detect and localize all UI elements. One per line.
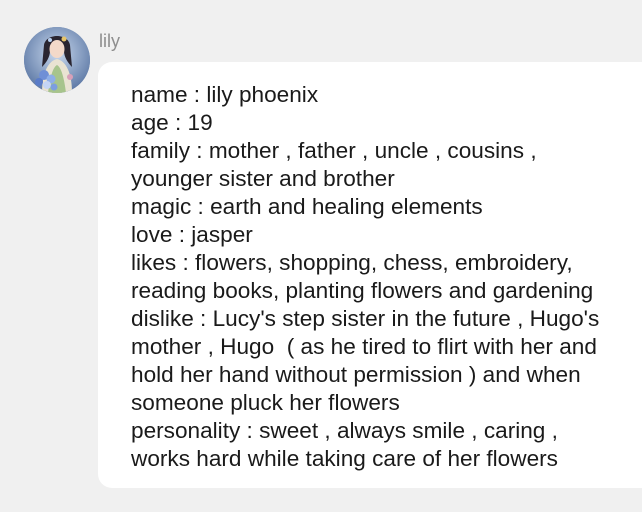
message-line: hold her hand without permission ) and w… [131,362,581,387]
avatar[interactable] [24,27,90,93]
message-line: younger sister and brother [131,166,395,191]
sender-name[interactable]: lily [99,30,120,52]
message-line: name : lily phoenix [131,82,319,107]
message-line: personality : sweet , always smile , car… [131,418,558,443]
message-line: reading books, planting flowers and gard… [131,278,594,303]
message-line: mother , Hugo ( as he tired to flirt wit… [131,334,597,359]
message-line: magic : earth and healing elements [131,194,483,219]
message-line: works hard while taking care of her flow… [131,446,558,471]
character-portrait-icon [24,27,90,93]
message-line: love : jasper [131,222,253,247]
message-line: likes : flowers, shopping, chess, embroi… [131,250,573,275]
message-line: someone pluck her flowers [131,390,400,415]
message-bubble[interactable]: name : lily phoenix age : 19 family : mo… [98,62,642,488]
message-line: age : 19 [131,110,213,135]
message-line: family : mother , father , uncle , cousi… [131,138,537,163]
message-line: dislike : Lucy's step sister in the futu… [131,306,600,331]
